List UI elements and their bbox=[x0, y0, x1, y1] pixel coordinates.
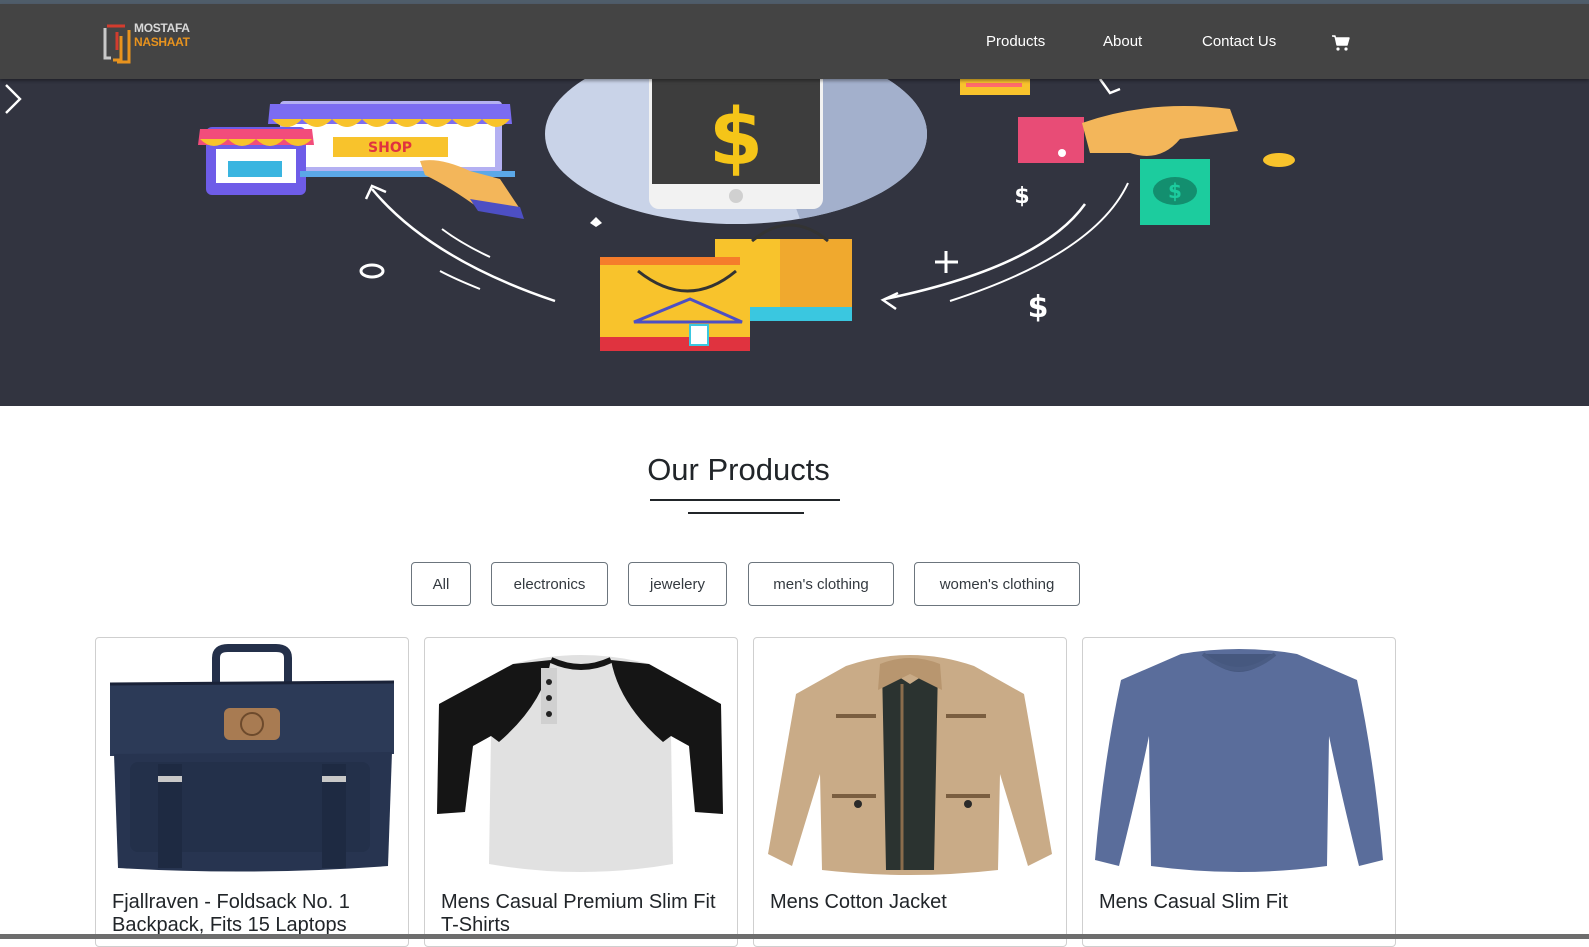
navbar: MOSTAFA NASHAAT Products About Contact U… bbox=[0, 4, 1589, 79]
product-card[interactable]: Mens Casual Slim Fit bbox=[1082, 637, 1396, 947]
filter-electronics-button[interactable]: electronics bbox=[491, 562, 608, 606]
brand-text: MOSTAFA NASHAAT bbox=[134, 21, 190, 49]
long-sleeve-shirt-image bbox=[1095, 649, 1383, 872]
nav-products-link[interactable]: Products bbox=[986, 33, 1045, 50]
cotton-jacket-image bbox=[768, 655, 1052, 875]
brand-line2: NASHAAT bbox=[134, 35, 190, 49]
svg-text:$: $ bbox=[1014, 184, 1029, 209]
svg-text:$: $ bbox=[1168, 179, 1182, 203]
product-card[interactable]: Mens Cotton Jacket bbox=[753, 637, 1067, 947]
product-card[interactable]: Mens Casual Premium Slim Fit T-Shirts bbox=[424, 637, 738, 947]
title-underline-short bbox=[688, 512, 804, 514]
nav-about-link[interactable]: About bbox=[1103, 33, 1142, 50]
product-card[interactable]: Fjallraven - Foldsack No. 1 Backpack, Fi… bbox=[95, 637, 409, 947]
brand-line1: MOSTAFA bbox=[134, 21, 190, 35]
horizontal-scrollbar[interactable] bbox=[0, 934, 1589, 939]
filter-womens-clothing-button[interactable]: women's clothing bbox=[914, 562, 1080, 606]
filter-mens-clothing-button[interactable]: men's clothing bbox=[748, 562, 894, 606]
raglan-tshirt-image bbox=[437, 655, 723, 872]
nav-contact-link[interactable]: Contact Us bbox=[1202, 33, 1276, 50]
cart-icon[interactable] bbox=[1331, 34, 1351, 52]
product-title[interactable]: Mens Cotton Jacket bbox=[770, 891, 1060, 914]
section-title: Our Products bbox=[647, 452, 830, 487]
brand-logo[interactable]: MOSTAFA NASHAAT bbox=[100, 18, 200, 68]
hero-carousel: $ SHOP $ $ $ bbox=[0, 79, 1589, 406]
product-title[interactable]: Mens Casual Premium Slim Fit T-Shirts bbox=[441, 891, 731, 937]
svg-text:$: $ bbox=[1028, 290, 1049, 325]
backpack-image bbox=[109, 644, 395, 872]
svg-text:$: $ bbox=[709, 93, 763, 183]
shop-badge: SHOP bbox=[368, 140, 412, 156]
title-underline bbox=[650, 499, 840, 501]
chevron-right-icon[interactable] bbox=[0, 79, 26, 119]
logo-icon bbox=[103, 24, 131, 64]
filter-all-button[interactable]: All bbox=[411, 562, 471, 606]
product-title[interactable]: Mens Casual Slim Fit bbox=[1099, 891, 1389, 914]
filter-jewelery-button[interactable]: jewelery bbox=[628, 562, 727, 606]
product-title[interactable]: Fjallraven - Foldsack No. 1 Backpack, Fi… bbox=[112, 891, 402, 937]
hero-illustration: $ SHOP $ $ $ bbox=[198, 79, 1295, 351]
